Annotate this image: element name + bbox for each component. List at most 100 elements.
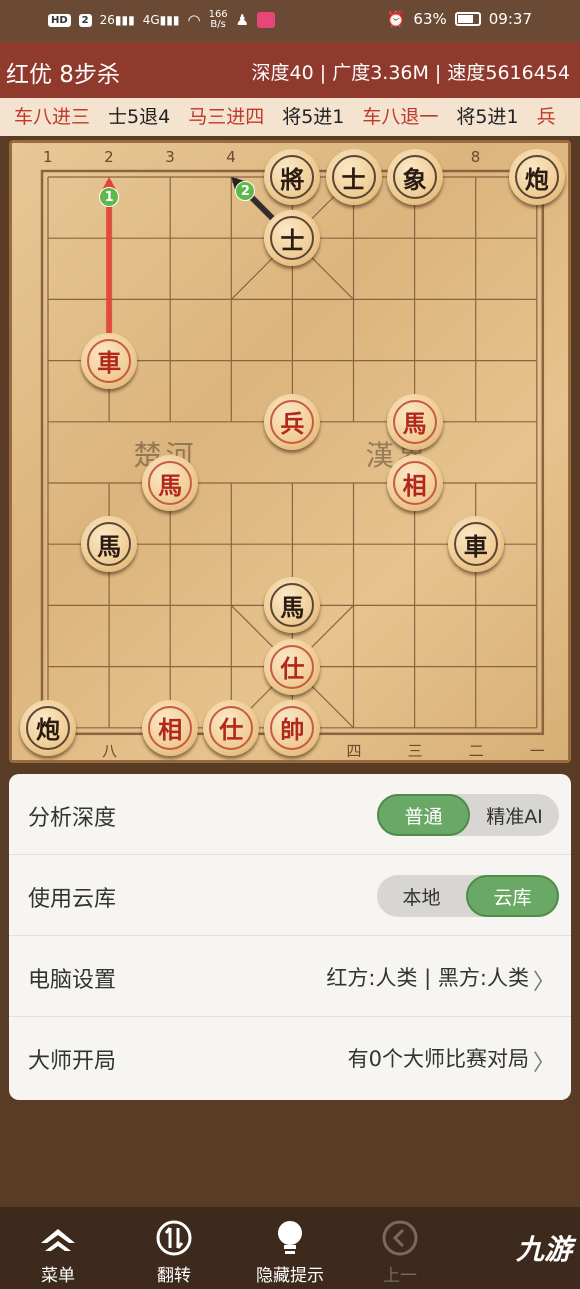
battery-icon	[454, 12, 481, 26]
move-4[interactable]: 将5进1	[282, 106, 344, 128]
file-number-top: 3	[165, 148, 175, 166]
net-speed: 166 B/s	[208, 9, 228, 30]
hide-hint-label: 隐藏提示	[256, 1266, 324, 1286]
red-piece[interactable]: 相	[142, 699, 199, 756]
app-notification-icon	[257, 12, 276, 28]
move-1[interactable]: 车八进三	[14, 106, 90, 128]
piece-label: 將	[270, 155, 315, 199]
piece-label: 炮	[514, 155, 559, 199]
cloud-library-row: 使用云库 本地 云库	[9, 855, 571, 936]
piece-label: 兵	[270, 399, 315, 444]
computer-settings-label: 电脑设置	[28, 968, 117, 993]
principal-variation[interactable]: 车八进三 士5退4 马三进四 将5进1 车八退一 将5进1 兵	[0, 98, 580, 136]
signal-icon-1: 26▮▮▮	[99, 13, 135, 27]
flip-board-icon	[134, 1220, 214, 1257]
analysis-depth-toggle[interactable]: 普通 精准AI	[377, 794, 559, 836]
black-piece[interactable]: 馬	[81, 516, 138, 573]
piece-label: 相	[148, 705, 193, 750]
file-number-top: 2	[104, 148, 114, 166]
black-piece[interactable]: 車	[447, 516, 504, 573]
cloud-library-toggle[interactable]: 本地 云库	[377, 875, 559, 917]
depth-option-normal[interactable]: 普通	[377, 794, 470, 836]
clock: 09:37	[488, 10, 532, 28]
red-piece[interactable]: 兵	[264, 393, 321, 450]
xiangqi-board[interactable]: 12348八四三二一楚河漢界將士象炮士車兵馬馬相馬車馬仕炮相仕帥12	[9, 140, 571, 763]
computer-settings-value: 红方:人类 | 黑方:人类	[326, 966, 529, 990]
piece-label: 車	[453, 522, 498, 567]
qq-icon: ♟	[235, 11, 250, 29]
file-number-bottom: 三	[407, 741, 423, 760]
piece-label: 馬	[87, 522, 132, 567]
hide-hint-button[interactable]: 隐藏提示	[250, 1221, 330, 1286]
watermark-logo: 九游	[515, 1233, 572, 1266]
piece-label: 相	[392, 461, 437, 505]
red-piece[interactable]: 馬	[386, 393, 443, 450]
move-3[interactable]: 马三进四	[188, 106, 264, 128]
menu-label: 菜单	[41, 1266, 75, 1286]
back-icon	[360, 1220, 440, 1257]
wifi-icon: ◠	[187, 11, 201, 29]
piece-label: 士	[331, 155, 376, 199]
black-piece[interactable]: 象	[386, 149, 443, 205]
file-number-top: 4	[226, 148, 236, 166]
cloud-option-local[interactable]: 本地	[377, 875, 466, 917]
cloud-option-cloud[interactable]: 云库	[466, 875, 559, 917]
hint-marker-1: 1	[99, 187, 120, 207]
move-6[interactable]: 将5进1	[456, 106, 518, 128]
move-7[interactable]: 兵	[537, 106, 556, 128]
black-piece[interactable]: 炮	[508, 149, 565, 205]
red-piece[interactable]: 仕	[264, 638, 321, 695]
black-piece[interactable]: 士	[325, 149, 382, 205]
cloud-library-label: 使用云库	[28, 887, 117, 912]
piece-label: 車	[87, 338, 132, 383]
piece-label: 仕	[209, 705, 254, 750]
battery-percent: 63%	[413, 10, 447, 28]
file-number-bottom: 八	[102, 741, 118, 760]
move-2[interactable]: 士5退4	[108, 106, 170, 128]
red-piece[interactable]: 帥	[264, 699, 321, 756]
depth-option-precise-ai[interactable]: 精准AI	[470, 794, 559, 836]
sim-badge: 2	[78, 13, 92, 27]
piece-label: 馬	[270, 583, 315, 628]
analysis-depth-row: 分析深度 普通 精准AI	[9, 774, 571, 855]
computer-settings-row[interactable]: 电脑设置 红方:人类 | 黑方:人类 〉	[9, 936, 571, 1017]
flip-button[interactable]: 翻转	[134, 1220, 214, 1286]
file-number-bottom: 一	[529, 741, 545, 760]
move-5[interactable]: 车八退一	[362, 106, 438, 128]
red-piece[interactable]: 車	[81, 332, 138, 389]
piece-label: 象	[392, 155, 437, 199]
master-openings-label: 大师开局	[28, 1049, 117, 1074]
chevron-right-icon: 〉	[532, 970, 555, 995]
black-piece[interactable]: 將	[264, 149, 321, 205]
piece-label: 士	[270, 216, 315, 261]
piece-label: 馬	[392, 399, 437, 444]
file-number-bottom: 二	[468, 741, 484, 760]
file-number-top: 8	[470, 148, 481, 166]
red-piece[interactable]: 馬	[142, 455, 199, 511]
analysis-depth-label: 分析深度	[28, 806, 117, 831]
piece-label: 帥	[270, 705, 315, 750]
red-piece[interactable]: 相	[386, 455, 443, 511]
bottom-toolbar: 菜单 翻转 隐藏提示 上一	[0, 1207, 580, 1289]
lightbulb-icon	[250, 1221, 330, 1257]
menu-icon	[18, 1221, 98, 1257]
master-openings-row[interactable]: 大师开局 有0个大师比赛对局 〉	[9, 1017, 571, 1098]
settings-panel: 分析深度 普通 精准AI 使用云库 本地 云库 电脑设置 红方:人类 | 黑方:…	[9, 774, 571, 1100]
analysis-header: 红优 8步杀 深度40 | 广度3.36M | 速度5616454	[0, 42, 580, 98]
menu-button[interactable]: 菜单	[18, 1221, 98, 1286]
flip-label: 翻转	[157, 1266, 191, 1286]
mate-title: 红优 8步杀	[6, 62, 120, 88]
file-number-top: 1	[43, 148, 53, 166]
master-openings-value: 有0个大师比赛对局	[347, 1047, 529, 1071]
red-piece[interactable]: 仕	[203, 699, 260, 756]
piece-label: 仕	[270, 644, 315, 689]
previous-move-button[interactable]: 上一	[360, 1220, 440, 1286]
status-bar: HD 2 26▮▮▮ 4G▮▮▮ ◠ 166 B/s ♟ ⏰ 63% 09:37	[0, 0, 580, 42]
chevron-right-icon: 〉	[532, 1051, 555, 1076]
hd-badge: HD	[48, 13, 71, 27]
piece-label: 炮	[26, 705, 70, 750]
file-number-bottom: 四	[346, 741, 362, 760]
black-piece[interactable]: 炮	[20, 699, 76, 756]
previous-move-label: 上一	[383, 1266, 417, 1286]
piece-label: 馬	[148, 461, 193, 505]
